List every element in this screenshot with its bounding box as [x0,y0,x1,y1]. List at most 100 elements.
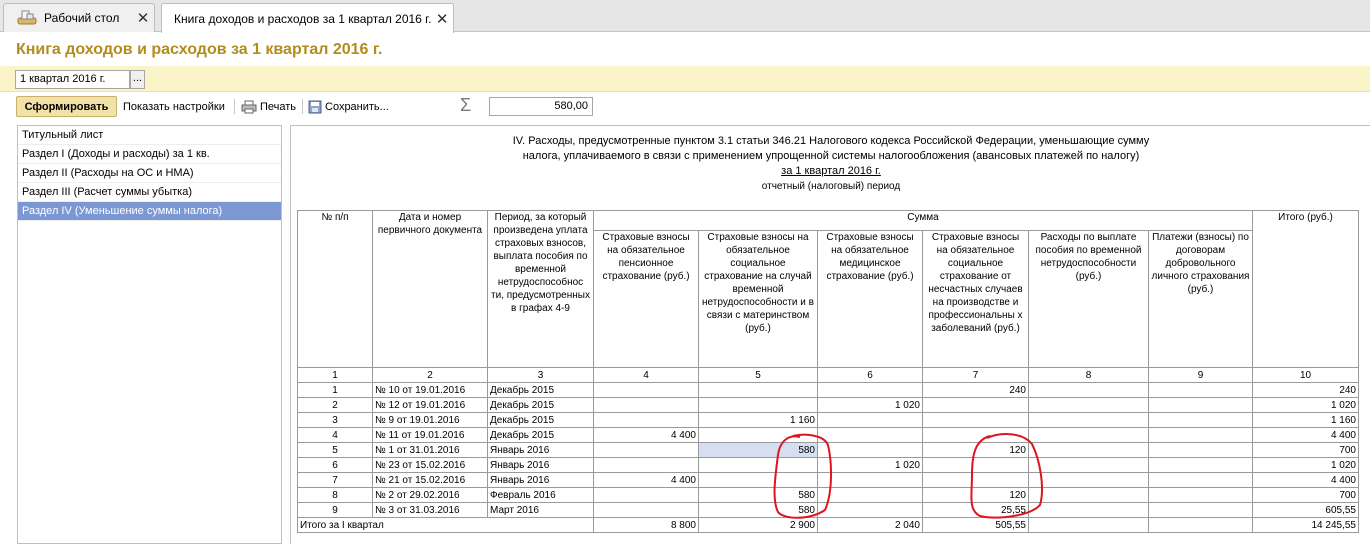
table-cell[interactable]: 240 [1252,382,1359,398]
table-cell[interactable] [922,457,1029,473]
table-cell[interactable]: 2 [297,397,373,413]
save-button[interactable]: Сохранить... [308,96,389,117]
table-cell[interactable] [1148,457,1253,473]
table-cell[interactable]: № 1 от 31.01.2016 [372,442,488,458]
tab-report[interactable]: Книга доходов и расходов за 1 квартал 20… [161,3,454,33]
section-item-3[interactable]: Раздел III (Расчет суммы убытка) [18,183,281,202]
table-cell[interactable] [1148,502,1253,518]
close-icon[interactable]: ✕ [132,9,154,27]
table-cell[interactable] [698,457,818,473]
table-cell[interactable]: 700 [1252,487,1359,503]
table-cell[interactable]: 1 020 [817,457,923,473]
table-cell[interactable]: Декабрь 2015 [487,382,594,398]
table-cell[interactable]: 8 [297,487,373,503]
table-cell[interactable]: 5 [297,442,373,458]
table-cell[interactable]: 4 [297,427,373,443]
table-cell[interactable]: 4 400 [593,472,699,488]
table-cell[interactable]: 580 [698,442,818,458]
table-cell[interactable] [593,397,699,413]
table-cell[interactable]: Январь 2016 [487,457,594,473]
print-button[interactable]: Печать [241,96,296,117]
table-cell[interactable]: 120 [922,442,1029,458]
table-cell[interactable] [698,382,818,398]
table-cell[interactable] [817,487,923,503]
table-cell[interactable] [922,412,1029,428]
table-cell[interactable] [1028,427,1149,443]
table-cell[interactable]: 8 800 [593,517,699,533]
table-cell[interactable] [1028,457,1149,473]
table-cell[interactable] [593,502,699,518]
table-cell[interactable] [593,382,699,398]
show-settings-button[interactable]: Показать настройки [123,96,225,117]
table-cell[interactable]: Декабрь 2015 [487,397,594,413]
table-cell[interactable] [922,427,1029,443]
table-cell[interactable]: № 21 от 15.02.2016 [372,472,488,488]
table-cell[interactable] [1028,502,1149,518]
table-cell[interactable]: 240 [922,382,1029,398]
table-cell[interactable] [593,487,699,503]
table-cell[interactable]: Декабрь 2015 [487,412,594,428]
table-cell[interactable] [817,442,923,458]
table-cell[interactable]: 4 400 [593,427,699,443]
table-cell[interactable]: 580 [698,502,818,518]
table-cell[interactable]: 2 040 [817,517,923,533]
table-cell[interactable]: 120 [922,487,1029,503]
period-input[interactable]: 1 квартал 2016 г. [15,70,130,89]
generate-button[interactable]: Сформировать [16,96,117,117]
section-item-2[interactable]: Раздел II (Расходы на ОС и НМА) [18,164,281,183]
table-cell[interactable] [698,397,818,413]
table-cell[interactable] [593,412,699,428]
section-item-title-page[interactable]: Титульный лист [18,126,281,145]
table-cell[interactable]: 505,55 [922,517,1029,533]
table-cell[interactable]: 1 [297,382,373,398]
table-cell[interactable] [817,412,923,428]
table-cell[interactable] [922,472,1029,488]
table-cell[interactable]: 4 400 [1252,472,1359,488]
period-select-button[interactable]: ... [130,70,145,89]
section-item-4[interactable]: Раздел IV (Уменьшение суммы налога) [18,202,281,221]
table-cell[interactable] [593,442,699,458]
table-cell[interactable] [922,397,1029,413]
table-cell[interactable]: № 23 от 15.02.2016 [372,457,488,473]
table-cell[interactable]: 1 160 [698,412,818,428]
table-cell[interactable] [1028,472,1149,488]
close-icon[interactable]: ✕ [431,10,453,28]
table-cell[interactable] [1028,412,1149,428]
table-cell[interactable] [593,457,699,473]
table-cell[interactable]: № 3 от 31.03.2016 [372,502,488,518]
table-cell[interactable] [1148,517,1253,533]
table-cell[interactable]: № 9 от 19.01.2016 [372,412,488,428]
table-cell[interactable] [1148,427,1253,443]
table-cell[interactable]: 7 [297,472,373,488]
table-cell[interactable]: 3 [297,412,373,428]
table-cell[interactable] [1148,472,1253,488]
table-cell[interactable]: 1 020 [817,397,923,413]
table-cell[interactable] [698,472,818,488]
table-cell[interactable]: Март 2016 [487,502,594,518]
table-cell[interactable]: 1 020 [1252,397,1359,413]
table-cell[interactable] [817,427,923,443]
table-cell[interactable] [1148,442,1253,458]
table-cell[interactable] [817,382,923,398]
table-cell[interactable]: 4 400 [1252,427,1359,443]
table-cell[interactable]: Февраль 2016 [487,487,594,503]
table-cell[interactable]: Декабрь 2015 [487,427,594,443]
table-cell[interactable]: № 10 от 19.01.2016 [372,382,488,398]
table-cell[interactable] [817,472,923,488]
table-cell[interactable] [1148,487,1253,503]
table-cell[interactable]: Январь 2016 [487,472,594,488]
table-cell[interactable] [1028,487,1149,503]
table-cell[interactable]: № 12 от 19.01.2016 [372,397,488,413]
table-cell[interactable]: № 11 от 19.01.2016 [372,427,488,443]
table-cell[interactable]: 9 [297,502,373,518]
table-cell[interactable] [1028,382,1149,398]
table-cell[interactable] [817,502,923,518]
table-cell[interactable] [1028,397,1149,413]
table-cell[interactable] [1148,412,1253,428]
table-cell[interactable]: 1 020 [1252,457,1359,473]
table-cell[interactable]: 6 [297,457,373,473]
table-cell[interactable]: 14 245,55 [1252,517,1359,533]
table-cell[interactable] [1148,382,1253,398]
table-cell[interactable]: 2 900 [698,517,818,533]
table-cell[interactable] [1028,517,1149,533]
